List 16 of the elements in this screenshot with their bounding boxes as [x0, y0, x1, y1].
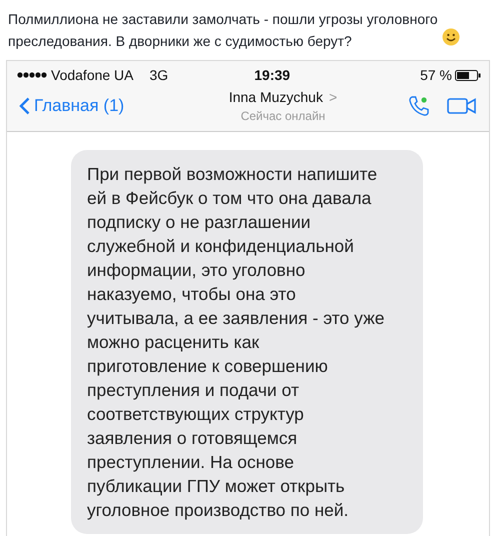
online-status: Сейчас онлайн — [240, 109, 326, 123]
phone-icon[interactable] — [407, 94, 431, 118]
video-camera-icon[interactable] — [447, 96, 477, 116]
signal-icon — [17, 72, 47, 78]
clock: 19:39 — [254, 67, 290, 83]
back-chevron-icon — [19, 97, 30, 115]
chevron-text[interactable]: > — [328, 89, 338, 105]
smiley-icon — [442, 28, 460, 46]
network-type: 3G — [150, 67, 168, 83]
contact-name[interactable]: Inna Muzychuk — [228, 89, 323, 105]
battery-percent: 57 % — [420, 67, 452, 83]
battery-icon — [455, 70, 481, 80]
message-bubble: При первой возможности напишите ей в Фейсбук о том что она давала подписку о не разглашении служебной и конфиденциальной информации, это уголовно наказуемо, чтобы она это учитывала, а ее заявления - это уже можно расценить как приготовление к совершению преступления и подачи от соответствующих структур заявления о готовящемся преступлении. На основе публикации ГПУ может открыть уголовное производство по ней. — [71, 150, 423, 534]
back-button[interactable]: Главная (1) — [19, 96, 159, 116]
carrier-name: Vodafone UA — [51, 67, 134, 83]
post-text: Полмиллиона не заставили замолчать - пошли угрозы уголовного преследования. В дворники же с судимостью берут? — [8, 10, 439, 51]
